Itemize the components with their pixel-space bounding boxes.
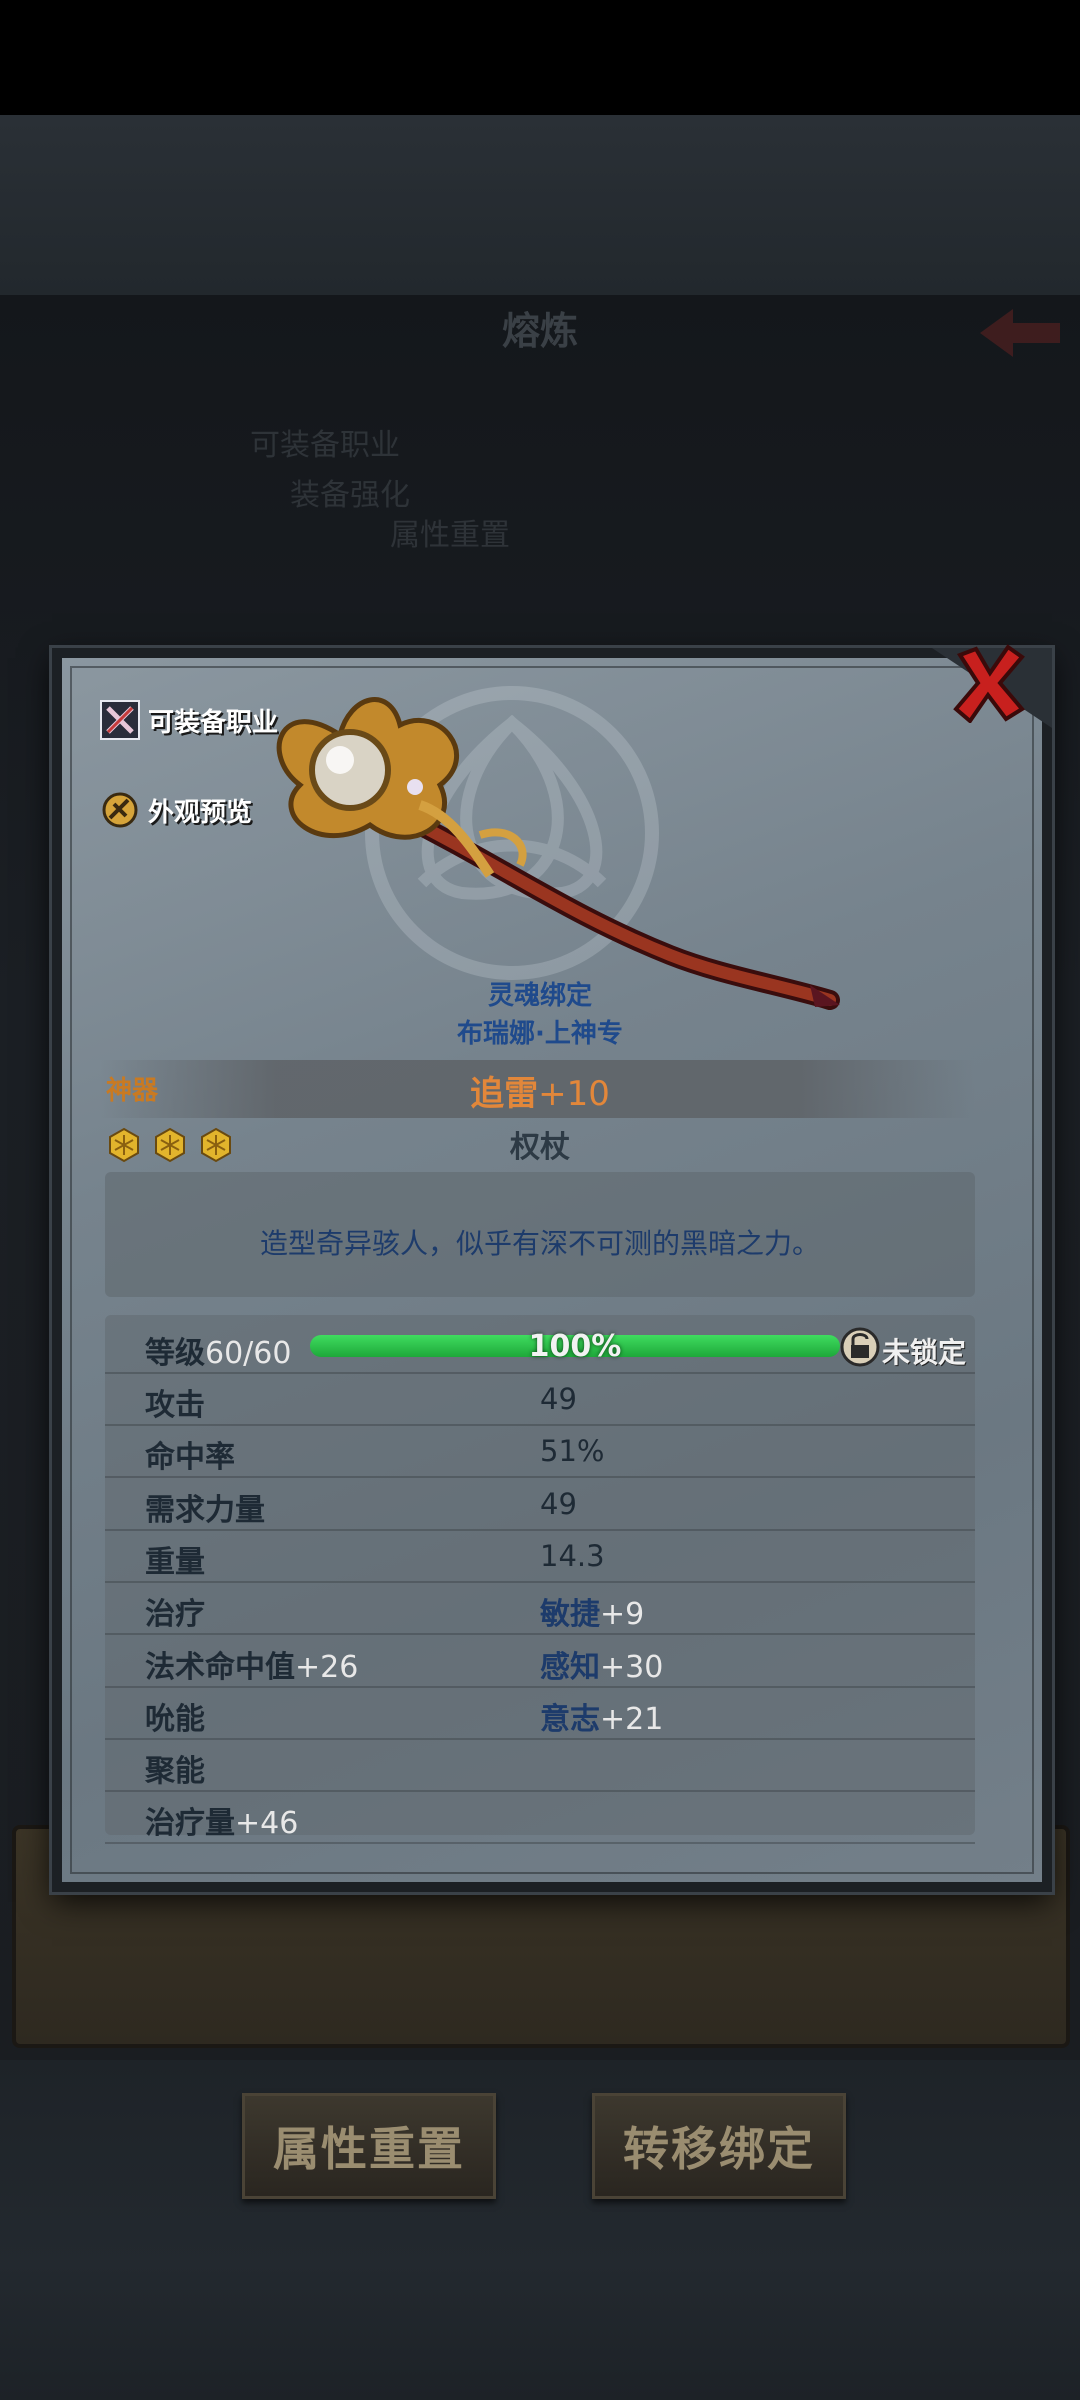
stat-row: 治疗 敏捷+9 <box>105 1581 975 1636</box>
stat-left: 法术命中值+26 <box>145 1642 358 1686</box>
stat-left: 攻击 <box>145 1380 205 1424</box>
stat-left: 吮能 <box>145 1694 205 1738</box>
stat-right-value: +21 <box>600 1701 664 1737</box>
level-label-text: 等级 <box>145 1336 205 1371</box>
stat-left-label: 治疗量 <box>145 1806 235 1842</box>
appearance-preview-label: 外观预览 <box>148 797 253 828</box>
status-bar <box>0 0 1080 115</box>
background-text-line: 可装备职业 <box>250 428 400 463</box>
stat-left-label: 需求力量 <box>145 1492 265 1528</box>
item-type: 权杖 <box>510 1130 570 1165</box>
level-progress-text: 100% <box>528 1329 622 1364</box>
stat-left-value: +46 <box>235 1806 299 1842</box>
stat-left-label: 聚能 <box>145 1754 205 1790</box>
level-value: 60/60 <box>205 1336 292 1371</box>
stat-left: 聚能 <box>145 1746 205 1790</box>
stat-left-label: 命中率 <box>145 1440 235 1476</box>
stat-left-label: 攻击 <box>145 1388 205 1423</box>
hexagon-star-icon <box>109 1127 139 1163</box>
stat-right-label: 意志 <box>540 1701 600 1737</box>
lock-status[interactable]: 未锁定 <box>882 1331 966 1371</box>
padlock-icon[interactable] <box>840 1325 880 1367</box>
stat-right: 感知+30 <box>540 1642 663 1686</box>
appearance-preview-button[interactable]: 外观预览 <box>100 790 252 830</box>
back-arrow-icon[interactable] <box>975 305 1065 361</box>
background-footer <box>0 2060 1080 2400</box>
star-rating <box>106 1127 234 1163</box>
stat-left-value: +26 <box>295 1649 359 1685</box>
stat-right: 49 <box>540 1382 577 1416</box>
transfer-binding-button[interactable]: 转移绑定 <box>592 2093 846 2199</box>
stat-left: 治疗 <box>145 1589 205 1633</box>
stat-right: 51% <box>540 1434 605 1469</box>
stat-row: 重量 14.3 <box>105 1529 975 1583</box>
stat-right: 意志+21 <box>540 1694 663 1738</box>
stat-row: 法术命中值+26 感知+30 <box>105 1634 975 1688</box>
stat-row: 聚能 <box>105 1738 975 1793</box>
stat-left: 重量 <box>145 1537 205 1581</box>
item-name-text: 追雷 <box>470 1074 539 1114</box>
stat-row: 治疗量+46 <box>105 1790 975 1845</box>
stat-left-label: 吮能 <box>145 1701 205 1737</box>
bind-state-text: 灵魂绑定 <box>487 981 592 1011</box>
stat-left-label: 治疗 <box>145 1597 205 1633</box>
stat-row: 命中率 51% <box>105 1424 975 1479</box>
background-header-band <box>0 115 1080 295</box>
stat-right: 49 <box>540 1486 577 1521</box>
stat-row: 攻击 49 <box>105 1372 975 1426</box>
stat-row: 吮能 意志+21 <box>105 1686 975 1740</box>
stat-row: 需求力量 49 <box>105 1477 975 1531</box>
stat-left: 治疗量+46 <box>145 1798 298 1842</box>
stat-left: 命中率 <box>145 1432 235 1476</box>
stat-right-label: 敏捷 <box>540 1597 600 1633</box>
hexagon-star-icon <box>155 1127 185 1163</box>
reset-attributes-button[interactable]: 属性重置 <box>242 2093 496 2199</box>
hexagon-star-icon <box>201 1127 231 1163</box>
stat-right-label: 感知 <box>540 1649 600 1685</box>
crossed-weapons-icon <box>100 700 140 740</box>
stat-right-value: +30 <box>600 1649 664 1685</box>
stat-left-label: 法术命中值 <box>145 1649 295 1685</box>
level-label: 等级60/60 <box>145 1328 291 1372</box>
staff-item-image <box>276 697 840 1010</box>
rarity-label: 神器 <box>106 1076 159 1106</box>
owner-text: 布瑞娜·上神专 <box>457 1019 623 1049</box>
close-x-icon[interactable] <box>950 643 1028 723</box>
stat-right: 14.3 <box>540 1538 605 1573</box>
item-description: 造型奇异骇人，似乎有深不可测的黑暗之力。 <box>259 1227 820 1260</box>
item-name: 追雷+10 <box>390 1066 690 1115</box>
background-title: 熔炼 <box>501 309 578 353</box>
enhance-level: +10 <box>538 1074 610 1114</box>
stat-right: 敏捷+9 <box>540 1589 644 1633</box>
appearance-icon <box>100 790 140 830</box>
background-text-line: 装备强化 <box>290 478 410 513</box>
background-text-line: 属性重置 <box>390 518 510 553</box>
stat-left-label: 重量 <box>145 1544 205 1580</box>
stat-left: 需求力量 <box>145 1485 265 1529</box>
stat-right-value: +9 <box>600 1597 645 1633</box>
